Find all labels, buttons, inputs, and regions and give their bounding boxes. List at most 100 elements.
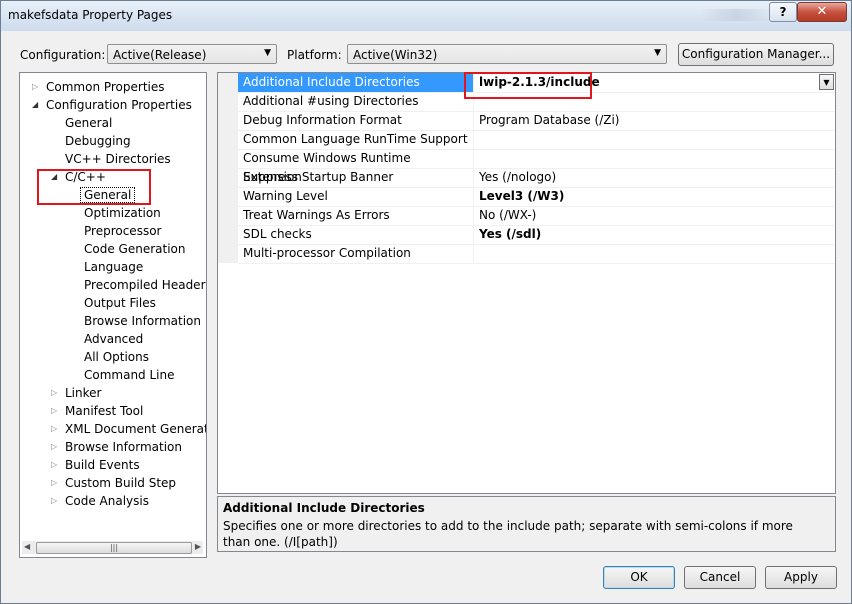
tree-item-label: VC++ Directories (65, 152, 171, 166)
property-grid[interactable]: Additional Include Directories lwip-2.1.3… (217, 72, 836, 494)
tree-item[interactable]: All Options (84, 348, 149, 366)
collapsed-triangle-icon[interactable]: ▷ (32, 78, 42, 96)
tree-item-label: Code Generation (84, 242, 186, 256)
value-dropdown-button[interactable]: ▼ (819, 74, 834, 90)
property-value[interactable] (475, 244, 835, 263)
property-name: Suppress Startup Banner (238, 168, 474, 187)
collapsed-triangle-icon[interactable]: ▷ (51, 438, 61, 456)
configuration-manager-button[interactable]: Configuration Manager... (678, 43, 834, 66)
scrollbar-thumb[interactable]: ||| (36, 542, 192, 554)
help-button[interactable]: ? (769, 2, 797, 22)
tree-item-label: General (65, 116, 113, 130)
collapsed-triangle-icon[interactable]: ▷ (51, 474, 61, 492)
tree-item-label: Language (84, 260, 144, 274)
tree-item-label: Build Events (65, 458, 140, 472)
tree-item[interactable]: VC++ Directories (65, 150, 171, 168)
property-row[interactable]: Multi-processor Compilation (238, 244, 835, 264)
property-pages-window: makefsdata Property Pages ? ✕ Configurat… (0, 0, 852, 604)
cancel-button[interactable]: Cancel (684, 566, 756, 589)
collapsed-triangle-icon[interactable]: ▷ (51, 402, 61, 420)
property-value-text: Level3 (/W3) (479, 189, 565, 203)
blurred-region (701, 9, 771, 21)
property-row[interactable]: Suppress Startup Banner Yes (/nologo) (238, 168, 835, 188)
collapsed-triangle-icon[interactable]: ▷ (51, 492, 61, 510)
collapsed-triangle-icon[interactable]: ▷ (51, 384, 61, 402)
property-row[interactable]: Debug Information Format Program Database… (238, 111, 835, 131)
property-value[interactable]: Yes (/nologo) (475, 168, 835, 187)
tree-item[interactable]: ▷ Linker (51, 384, 102, 402)
scroll-left-icon[interactable]: ◀ (24, 542, 30, 551)
tree-item-label: Output Files (84, 296, 156, 310)
tree-item[interactable]: ◢ Configuration Properties (32, 96, 192, 114)
ok-button[interactable]: OK (603, 566, 675, 589)
platform-dropdown[interactable]: Active(Win32) ▼ (347, 44, 667, 64)
property-name: Common Language RunTime Support (238, 130, 474, 149)
chevron-down-icon: ▼ (654, 48, 661, 58)
tree-item-label: Browse Information (84, 314, 201, 328)
tree-item[interactable]: Output Files (84, 294, 156, 312)
property-name: Additional #using Directories (238, 92, 474, 111)
property-name: Multi-processor Compilation (238, 244, 474, 263)
property-row[interactable]: SDL checks Yes (/sdl) (238, 225, 835, 245)
property-row[interactable]: Treat Warnings As Errors No (/WX-) (238, 206, 835, 226)
configuration-dropdown[interactable]: Active(Release) ▼ (107, 44, 277, 64)
highlight-box-cpp-general (37, 169, 151, 205)
collapsed-triangle-icon[interactable]: ▷ (51, 456, 61, 474)
tree-item[interactable]: Precompiled Headers (84, 276, 206, 294)
tree-item[interactable]: ▷ Build Events (51, 456, 140, 474)
tree-item-label: Preprocessor (84, 224, 162, 238)
scroll-right-icon[interactable]: ▶ (195, 542, 201, 551)
tree-item-label: All Options (84, 350, 149, 364)
tree-item[interactable]: Language (84, 258, 143, 276)
property-row[interactable]: Common Language RunTime Support (238, 130, 835, 150)
property-value[interactable]: Yes (/sdl) (475, 225, 835, 244)
property-name: Consume Windows Runtime Extension (238, 149, 474, 184)
property-value-text: Program Database (/Zi) (479, 113, 620, 127)
apply-button[interactable]: Apply (765, 566, 837, 589)
tree-item[interactable]: ▷ Browse Information (51, 438, 182, 456)
property-value[interactable] (475, 130, 835, 149)
collapsed-triangle-icon[interactable]: ▷ (51, 420, 61, 438)
property-name: Debug Information Format (238, 111, 474, 130)
tree-item-label: XML Document Generator (65, 422, 207, 436)
property-name: Additional Include Directories (238, 73, 474, 92)
property-value[interactable]: No (/WX-) (475, 206, 835, 225)
property-name: SDL checks (238, 225, 474, 244)
tree-item-label: Browse Information (65, 440, 182, 454)
tree-item[interactable]: ▷ XML Document Generator (51, 420, 207, 438)
property-row[interactable]: Warning Level Level3 (/W3) (238, 187, 835, 207)
expanded-triangle-icon[interactable]: ◢ (32, 96, 42, 114)
configuration-label: Configuration: (20, 48, 106, 62)
tree-item[interactable]: Browse Information (84, 312, 201, 330)
tree-item-label: Command Line (84, 368, 175, 382)
tree-horizontal-scrollbar[interactable]: ◀ ||| ▶ (22, 541, 203, 554)
property-name: Warning Level (238, 187, 474, 206)
property-row[interactable]: Consume Windows Runtime Extension (238, 149, 835, 184)
tree-item[interactable]: ▷ Common Properties (32, 78, 165, 96)
tree-item[interactable]: Optimization (84, 204, 161, 222)
tree-item[interactable]: General (65, 114, 112, 132)
property-tree[interactable]: ▷ Common Properties ◢ Configuration Propert… (19, 72, 207, 558)
tree-item-label: Custom Build Step (65, 476, 177, 490)
property-value-text: No (/WX-) (479, 208, 537, 222)
tree-item[interactable]: ▷ Manifest Tool (51, 402, 143, 420)
tree-item[interactable]: Debugging (65, 132, 131, 150)
tree-item[interactable]: ▷ Custom Build Step (51, 474, 177, 492)
title-bar[interactable]: makefsdata Property Pages ? ✕ (1, 1, 851, 31)
tree-item[interactable]: Preprocessor (84, 222, 161, 240)
property-value[interactable] (475, 149, 835, 168)
property-value-text: Yes (/nologo) (479, 170, 557, 184)
tree-item[interactable]: Advanced (84, 330, 143, 348)
tree-item-label: Debugging (65, 134, 131, 148)
tree-item-label: Advanced (84, 332, 144, 346)
close-button[interactable]: ✕ (797, 2, 847, 22)
tree-item-label: Linker (65, 386, 102, 400)
tree-item[interactable]: Code Generation (84, 240, 185, 258)
tree-item[interactable]: ▷ Code Analysis (51, 492, 149, 510)
property-value[interactable]: Level3 (/W3) (475, 187, 835, 206)
tree-item-label: Optimization (84, 206, 161, 220)
description-title: Additional Include Directories (223, 501, 425, 515)
property-value[interactable]: Program Database (/Zi) (475, 111, 835, 130)
tree-item[interactable]: Command Line (84, 366, 175, 384)
tree-item-label: Configuration Properties (46, 98, 192, 112)
